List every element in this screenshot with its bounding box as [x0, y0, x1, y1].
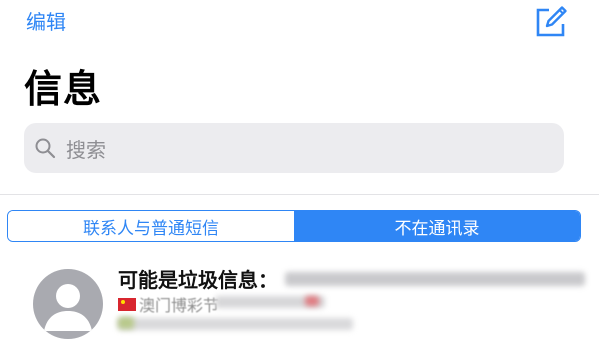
- search-placeholder: 搜索: [66, 138, 106, 162]
- search-input[interactable]: 搜索: [24, 123, 564, 173]
- navigation-bar: 编辑: [0, 0, 599, 50]
- search-icon: [34, 137, 56, 159]
- message-list-item[interactable]: 可能是垃圾信息： 澳门博彩节: [0, 256, 599, 347]
- segment-unknown-senders[interactable]: 不在通讯录: [294, 211, 580, 241]
- filter-segmented-control: 联系人与普通短信 不在通讯录: [7, 210, 581, 242]
- redacted-preview-line: [118, 318, 353, 330]
- redacted-preview-mark-2: [118, 317, 134, 329]
- flag-icon: [118, 297, 136, 311]
- redacted-preview-mark: [305, 296, 319, 306]
- compose-icon[interactable]: [533, 4, 569, 40]
- page-title: 信息: [24, 67, 103, 111]
- redacted-sender: [285, 272, 585, 286]
- message-preview: 澳门博彩节: [118, 292, 219, 316]
- edit-button[interactable]: 编辑: [26, 6, 66, 35]
- avatar: [33, 269, 103, 339]
- divider: [0, 194, 599, 195]
- message-preview-text: 澳门博彩节: [139, 296, 220, 315]
- message-sender: 可能是垃圾信息：: [118, 268, 278, 292]
- segment-contacts-and-sms[interactable]: 联系人与普通短信: [8, 211, 294, 241]
